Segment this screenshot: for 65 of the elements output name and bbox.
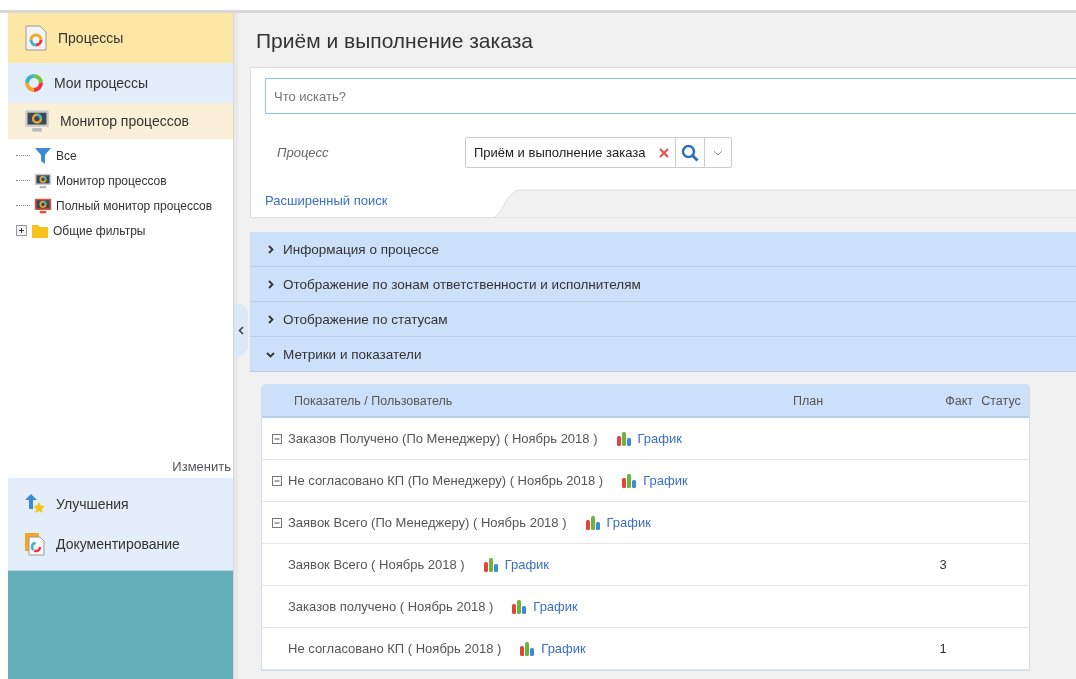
monitor-icon bbox=[34, 196, 52, 215]
column-header: Статус bbox=[980, 393, 1022, 408]
arrow-star-icon bbox=[24, 493, 46, 515]
ring-icon bbox=[24, 73, 44, 93]
document-icon bbox=[24, 25, 48, 51]
accordion-header[interactable]: Отображение по зонам ответственности и исполнителям bbox=[250, 267, 1076, 302]
table-cell-text: 3 bbox=[938, 557, 948, 572]
table-cell-text: 1 bbox=[938, 641, 948, 656]
clear-icon[interactable] bbox=[659, 147, 670, 158]
collapse-sidebar-button[interactable] bbox=[234, 303, 248, 357]
chart-link[interactable]: График bbox=[637, 431, 682, 446]
search-icon[interactable] bbox=[681, 143, 700, 162]
monitor-icon bbox=[34, 171, 52, 190]
tree-item[interactable]: Общие фильтры bbox=[53, 223, 146, 238]
sidebar-item[interactable]: Улучшения bbox=[8, 484, 233, 524]
search-field[interactable]: Что искать? bbox=[265, 78, 1076, 114]
chart-link[interactable]: График bbox=[504, 557, 550, 572]
bar-chart-icon bbox=[584, 515, 601, 530]
sidebar-item[interactable]: Монитор процессов bbox=[8, 103, 233, 139]
chevron-right-icon bbox=[266, 244, 275, 254]
chart-link[interactable]: График bbox=[541, 641, 586, 656]
chevron-right-icon bbox=[266, 314, 275, 324]
accordion-header[interactable]: Информация о процессе bbox=[250, 232, 1076, 267]
bar-chart-icon bbox=[519, 641, 536, 656]
column-header: Факт bbox=[944, 393, 973, 408]
collapse-icon[interactable] bbox=[272, 433, 282, 444]
chart-link[interactable]: График bbox=[533, 599, 578, 614]
folder-icon bbox=[31, 222, 49, 239]
monitor-icon bbox=[24, 108, 50, 134]
chart-link[interactable]: График bbox=[643, 473, 688, 488]
sidebar-item[interactable]: Мои процессы bbox=[8, 63, 233, 103]
column-header: План bbox=[793, 393, 825, 408]
chevron-right-icon bbox=[266, 279, 275, 289]
table-cell: Заказов Получено (По Менеджеру) ( Ноябрь 2018 ) bbox=[288, 431, 598, 446]
table-cell: Заказов получено ( Ноябрь 2018 ) bbox=[288, 599, 494, 614]
bar-chart-icon bbox=[621, 473, 638, 488]
process-select[interactable]: Приём и выполнение заказа bbox=[465, 137, 733, 168]
advanced-search-link[interactable]: Расширенный поиск bbox=[265, 193, 388, 208]
page-title: Приём и выполнение заказа bbox=[256, 29, 534, 53]
table-cell: Заявок Всего (По Менеджеру) ( Ноябрь 2018 ) bbox=[288, 515, 567, 530]
document-icon bbox=[24, 532, 46, 556]
chart-link[interactable]: График bbox=[606, 515, 651, 530]
collapse-icon[interactable] bbox=[272, 475, 282, 486]
table-cell: Заявок Всего ( Ноябрь 2018 ) bbox=[288, 557, 465, 572]
column-header: Показатель / Пользователь bbox=[293, 393, 454, 408]
bar-chart-icon bbox=[482, 557, 499, 572]
accordion-header[interactable]: Метрики и показатели bbox=[250, 337, 1076, 372]
field-label: Процесс bbox=[276, 145, 330, 160]
chevron-left-icon bbox=[238, 325, 244, 335]
chevron-down-icon bbox=[266, 349, 275, 359]
chevron-down-icon[interactable] bbox=[713, 149, 724, 156]
bar-chart-icon bbox=[511, 599, 528, 614]
expand-icon[interactable] bbox=[16, 225, 27, 236]
collapse-icon[interactable] bbox=[272, 517, 282, 528]
tree-item[interactable]: Полный монитор процессов bbox=[56, 198, 213, 213]
bar-chart-icon bbox=[615, 431, 632, 446]
sidebar-item[interactable]: Процессы bbox=[8, 13, 233, 63]
tree-item[interactable]: Монитор процессов bbox=[56, 173, 167, 188]
edit-link[interactable]: Изменить bbox=[172, 459, 233, 478]
accordion-header[interactable]: Отображение по статусам bbox=[250, 302, 1076, 337]
table-cell: Не согласовано КП (По Менеджеру) ( Ноябрь 2018 ) bbox=[288, 473, 604, 488]
filter-icon bbox=[34, 146, 52, 165]
tree-item[interactable]: Все bbox=[56, 148, 77, 163]
sidebar-item[interactable]: Документирование bbox=[8, 524, 233, 564]
table-cell: Не согласовано КП ( Ноябрь 2018 ) bbox=[288, 641, 502, 656]
